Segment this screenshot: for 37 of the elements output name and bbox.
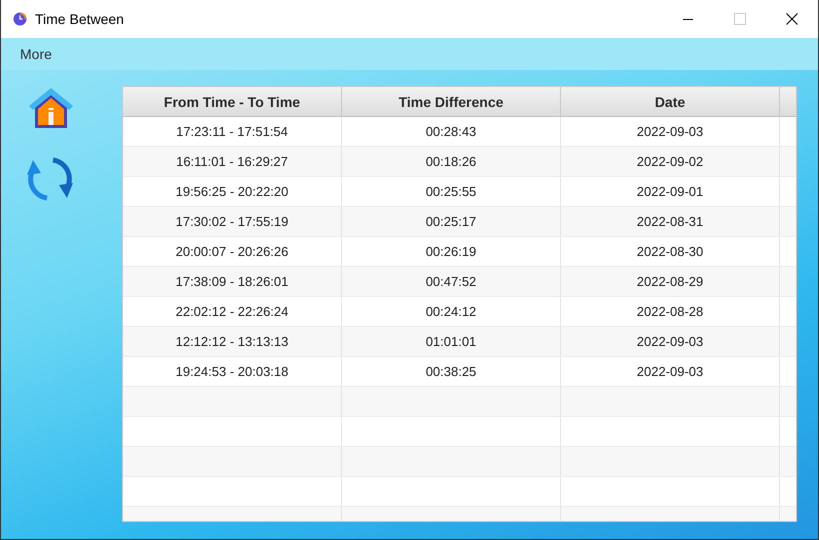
table-cell: 2022-09-03	[561, 357, 780, 386]
table-cell: 12:12:12 - 13:13:13	[123, 327, 342, 356]
table-cell: 00:26:19	[342, 237, 561, 266]
column-header[interactable]: Date	[561, 87, 780, 116]
table-cell: 00:25:55	[342, 177, 561, 206]
table-cell: 20:00:07 - 20:26:26	[123, 237, 342, 266]
column-header[interactable]: Time Difference	[342, 87, 561, 116]
table-cell: 2022-08-28	[561, 297, 780, 326]
clock-icon	[13, 12, 27, 26]
menu-item[interactable]: More	[11, 46, 61, 62]
table-cell: 16:11:01 - 16:29:27	[123, 147, 342, 176]
table-cell: 17:30:02 - 17:55:19	[123, 207, 342, 236]
table-cell: 22:02:12 - 22:26:24	[123, 297, 342, 326]
table-cell: 00:47:52	[342, 267, 561, 296]
table-cell: 00:18:26	[342, 147, 561, 176]
table-cell: 19:56:25 - 20:22:20	[123, 177, 342, 206]
table-cell: 2022-09-03	[561, 327, 780, 356]
table-cell: 2022-09-02	[561, 147, 780, 176]
house-icon	[27, 86, 75, 130]
table-cell: 01:01:01	[342, 327, 561, 356]
table-cell: 2022-08-30	[561, 237, 780, 266]
table-cell: 2022-08-29	[561, 267, 780, 296]
home-button[interactable]	[27, 86, 75, 130]
table-cell: 2022-09-01	[561, 177, 780, 206]
table-cell: 2022-08-31	[561, 207, 780, 236]
table-cell: 00:24:12	[342, 297, 561, 326]
table-cell: 00:28:43	[342, 117, 561, 146]
table-cell: 19:24:53 - 20:03:18	[123, 357, 342, 386]
table-cell: 17:23:11 - 17:51:54	[123, 117, 342, 146]
close-icon	[786, 13, 798, 25]
maximize-icon	[734, 13, 746, 25]
table-cell: 00:38:25	[342, 357, 561, 386]
table-cell: 17:38:09 - 18:26:01	[123, 267, 342, 296]
column-header[interactable]: From Time - To Time	[123, 87, 342, 116]
table-cell: 00:25:17	[342, 207, 561, 236]
window-title: Time Between	[35, 11, 124, 27]
table-cell: 2022-09-03	[561, 117, 780, 146]
